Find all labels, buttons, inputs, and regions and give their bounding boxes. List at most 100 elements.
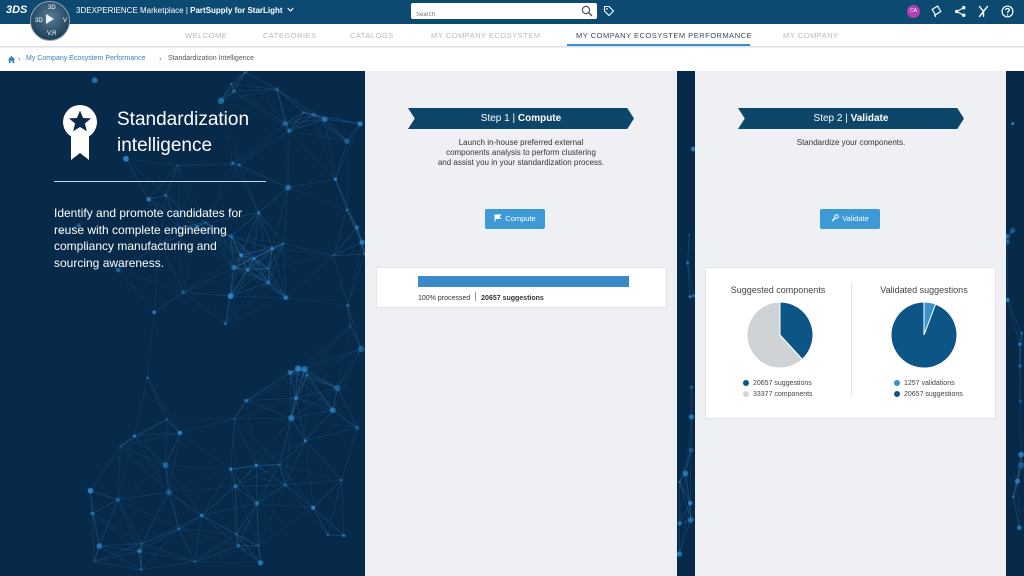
breadcrumb-link[interactable]: My Company Ecosystem Performance <box>26 55 145 62</box>
search-icon[interactable] <box>581 5 593 17</box>
network-link <box>258 212 284 244</box>
network-link <box>332 348 362 411</box>
network-node <box>333 177 338 181</box>
network-node <box>176 164 179 167</box>
network-node <box>345 208 349 212</box>
network-node <box>354 425 360 430</box>
tab-my-company-ecosystem-performance[interactable]: MY COMPANY ECOSYSTEM PERFORMANCE <box>576 31 752 40</box>
tab-categories[interactable]: CATEGORIES <box>263 31 317 40</box>
network-link <box>346 209 365 255</box>
step1-description-line: components analysis to perform clusterin… <box>446 148 596 157</box>
network-link <box>166 418 235 420</box>
network-link <box>687 234 690 263</box>
network-link <box>258 212 273 249</box>
network-link <box>305 440 314 508</box>
chart-divider <box>851 282 852 397</box>
network-link <box>182 292 226 324</box>
step1-description-line: Launch in-house preferred external <box>458 138 584 147</box>
network-link <box>256 502 314 509</box>
validate-button-label: Validate <box>842 214 869 223</box>
progress-status: 100% processed 20657 suggestions <box>418 292 544 302</box>
network-link <box>238 545 261 564</box>
network-link <box>287 187 348 211</box>
network-node <box>285 184 292 191</box>
network-link <box>341 427 358 481</box>
network-link <box>332 409 358 428</box>
network-link <box>235 503 258 535</box>
network-link <box>201 468 232 516</box>
tab-welcome[interactable]: WELCOME <box>185 31 227 40</box>
hero-title-line: intelligence <box>117 135 213 156</box>
network-node <box>278 463 281 466</box>
legend-label: 20657 suggestions <box>753 380 812 387</box>
network-link <box>1007 299 1021 345</box>
network-link <box>327 534 344 536</box>
flag-icon <box>494 214 502 222</box>
network-link <box>168 468 231 493</box>
validate-button[interactable]: Validate <box>820 209 880 229</box>
hero-title-line: Standardization <box>117 109 250 130</box>
network-node <box>233 417 236 420</box>
network-node <box>306 374 309 377</box>
network-link <box>153 292 184 313</box>
network-link <box>233 418 280 465</box>
network-link <box>285 484 314 508</box>
progress-card: 100% processed 20657 suggestions <box>376 267 667 308</box>
step1-panel: Step 1 | Compute Launch in-house preferr… <box>365 71 677 576</box>
network-node <box>91 77 98 84</box>
network-link <box>305 427 358 442</box>
network-link <box>182 269 248 293</box>
compass-icon[interactable]: 3D 3D V V,R <box>30 1 70 41</box>
validated-suggestions-pie <box>890 301 958 369</box>
user-avatar[interactable]: CA <box>907 5 920 18</box>
network-node <box>1020 331 1023 335</box>
compass-right-label: V <box>63 18 68 24</box>
tab-my-company[interactable]: MY COMPANY <box>783 31 839 40</box>
network-node <box>688 447 694 453</box>
chevron-down-icon[interactable] <box>287 6 294 13</box>
step1-banner: Step 1 | Compute <box>408 108 634 129</box>
help-icon[interactable] <box>1001 5 1014 18</box>
network-node <box>303 439 307 443</box>
network-node <box>1014 478 1021 484</box>
step1-label-prefix: Step 1 | <box>480 113 518 124</box>
network-node <box>332 254 335 257</box>
pie-slice-suggestions[interactable] <box>890 301 958 369</box>
tag-icon[interactable] <box>603 5 615 17</box>
network-node <box>146 197 151 202</box>
network-link <box>230 418 235 470</box>
network-node <box>283 295 289 301</box>
suggestions-count: 20657 suggestions <box>481 295 544 302</box>
tab-catalogs[interactable]: CATALOGS <box>350 31 394 40</box>
network-link <box>233 71 246 92</box>
app-title[interactable]: 3DEXPERIENCE Marketplace | PartSupply fo… <box>76 6 294 15</box>
network-link <box>347 242 363 306</box>
legend-item: 1257 validations <box>894 378 963 389</box>
tab-my-company-ecosystem[interactable]: MY COMPANY ECOSYSTEM <box>431 31 541 40</box>
search-input[interactable] <box>411 7 571 23</box>
network-node <box>223 322 227 326</box>
network-link <box>285 255 334 298</box>
legend-label: 20657 suggestions <box>904 391 963 398</box>
network-node <box>1016 525 1022 531</box>
network-link <box>148 165 179 200</box>
share-icon[interactable] <box>954 5 967 18</box>
chart-title: Validated suggestions <box>880 285 968 295</box>
network-node <box>230 161 235 166</box>
network-node <box>177 430 183 436</box>
network-link <box>295 397 333 411</box>
ds-logo[interactable]: 3DS <box>6 4 27 16</box>
compute-button[interactable]: Compute <box>485 209 545 229</box>
play-icon <box>46 14 54 24</box>
network-node <box>283 483 288 487</box>
chart-title: Suggested components <box>730 285 826 295</box>
network-node <box>119 445 122 448</box>
home-icon[interactable] <box>7 55 16 64</box>
progress-percent-text: 100% processed <box>418 295 471 302</box>
network-link <box>305 440 342 481</box>
network-node <box>288 414 295 422</box>
legend-label: 1257 validations <box>904 380 955 387</box>
network-node <box>233 484 238 489</box>
community-icon[interactable] <box>977 5 990 18</box>
notification-icon[interactable] <box>930 5 943 18</box>
